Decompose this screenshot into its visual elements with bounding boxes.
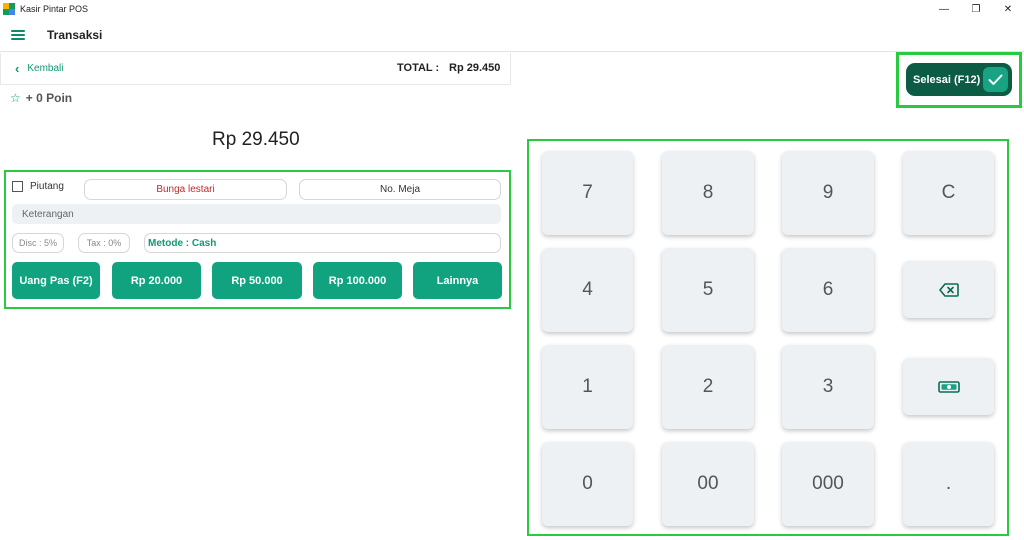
cash-drawer-button[interactable]: [903, 358, 994, 415]
tax-button[interactable]: Tax : 0%: [78, 233, 130, 253]
key-8[interactable]: 8: [662, 151, 754, 235]
key-5[interactable]: 5: [662, 248, 754, 332]
cash-icon: [937, 380, 960, 393]
keypad: 7 8 9 C 4 5 6 1 2 3 0 00 000 .: [527, 139, 1009, 536]
key-9[interactable]: 9: [782, 151, 874, 235]
star-icon: ☆: [10, 91, 21, 105]
key-4[interactable]: 4: [542, 248, 633, 332]
cash-50000-button[interactable]: Rp 50.000: [212, 262, 302, 299]
piutang-checkbox[interactable]: [12, 181, 23, 192]
payment-panel: Piutang Bunga lestari No. Meja Keteranga…: [4, 170, 511, 309]
piutang-label: Piutang: [30, 181, 64, 192]
done-highlight: Selesai (F12): [896, 52, 1022, 108]
payment-method-select[interactable]: Metode : Cash: [144, 233, 501, 253]
other-amount-button[interactable]: Lainnya: [413, 262, 502, 299]
backspace-button[interactable]: [903, 261, 994, 318]
key-3[interactable]: 3: [782, 345, 874, 429]
cash-20000-button[interactable]: Rp 20.000: [112, 262, 201, 299]
chevron-left-icon[interactable]: ‹: [15, 61, 19, 76]
amount-display: Rp 29.450: [212, 129, 300, 150]
key-1[interactable]: 1: [542, 345, 633, 429]
key-0[interactable]: 0: [542, 442, 633, 526]
total-label: TOTAL :: [397, 62, 440, 74]
key-7[interactable]: 7: [542, 151, 633, 235]
key-000[interactable]: 000: [782, 442, 874, 526]
key-clear[interactable]: C: [903, 151, 994, 235]
cash-100000-button[interactable]: Rp 100.000: [313, 262, 402, 299]
points-indicator: ☆ + 0 Poin: [10, 91, 72, 105]
backspace-icon: [938, 282, 959, 297]
check-icon: [983, 67, 1008, 92]
piutang-toggle[interactable]: Piutang: [12, 181, 64, 192]
exact-cash-button[interactable]: Uang Pas (F2): [12, 262, 100, 299]
key-6[interactable]: 6: [782, 248, 874, 332]
back-button[interactable]: Kembali: [27, 63, 63, 74]
window-titlebar: Kasir Pintar POS — ❐ ✕: [0, 0, 1024, 18]
note-input[interactable]: Keterangan: [12, 204, 501, 224]
customer-field[interactable]: Bunga lestari: [84, 179, 287, 200]
page-title: Transaksi: [47, 27, 103, 42]
key-decimal[interactable]: .: [903, 442, 994, 526]
discount-button[interactable]: Disc : 5%: [12, 233, 64, 253]
minimize-button[interactable]: —: [928, 0, 960, 18]
app-title: Kasir Pintar POS: [20, 4, 89, 14]
back-total-bar: ‹ Kembali TOTAL : Rp 29.450: [0, 53, 511, 85]
done-label: Selesai (F12): [913, 73, 981, 86]
key-2[interactable]: 2: [662, 345, 754, 429]
close-button[interactable]: ✕: [992, 0, 1024, 18]
done-button[interactable]: Selesai (F12): [906, 63, 1012, 96]
points-label: + 0 Poin: [25, 91, 73, 105]
menu-icon[interactable]: [11, 29, 25, 40]
restore-button[interactable]: ❐: [960, 0, 992, 18]
total-value: Rp 29.450: [449, 62, 501, 74]
app-logo-icon: [3, 3, 15, 15]
table-number-field[interactable]: No. Meja: [299, 179, 501, 200]
app-header: Transaksi: [0, 18, 1024, 52]
key-00[interactable]: 00: [662, 442, 754, 526]
